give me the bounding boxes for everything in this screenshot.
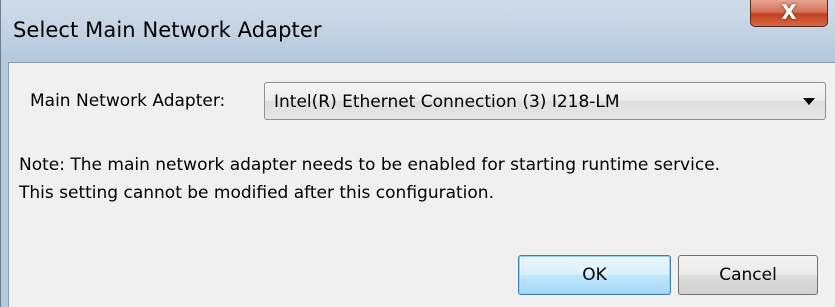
adapter-selected-value: Intel(R) Ethernet Connection (3) I218-LM (274, 92, 620, 112)
dialog-body: Main Network Adapter: Intel(R) Ethernet … (8, 62, 835, 307)
note-text: Note: The main network adapter needs to … (19, 151, 720, 207)
dialog-window: Select Main Network Adapter X Main Netwo… (0, 0, 835, 307)
close-button[interactable]: X (750, 0, 828, 27)
ok-button[interactable]: OK (518, 255, 671, 295)
close-icon: X (781, 0, 797, 24)
note-line-2: This setting cannot be modified after th… (19, 183, 494, 203)
adapter-dropdown[interactable]: Intel(R) Ethernet Connection (3) I218-LM (264, 82, 826, 120)
title-bar[interactable]: Select Main Network Adapter X (1, 0, 835, 62)
adapter-label: Main Network Adapter: (30, 91, 226, 111)
cancel-button[interactable]: Cancel (678, 255, 818, 295)
chevron-down-icon (803, 98, 815, 105)
note-line-1: Note: The main network adapter needs to … (19, 155, 721, 175)
dialog-title: Select Main Network Adapter (13, 18, 322, 42)
